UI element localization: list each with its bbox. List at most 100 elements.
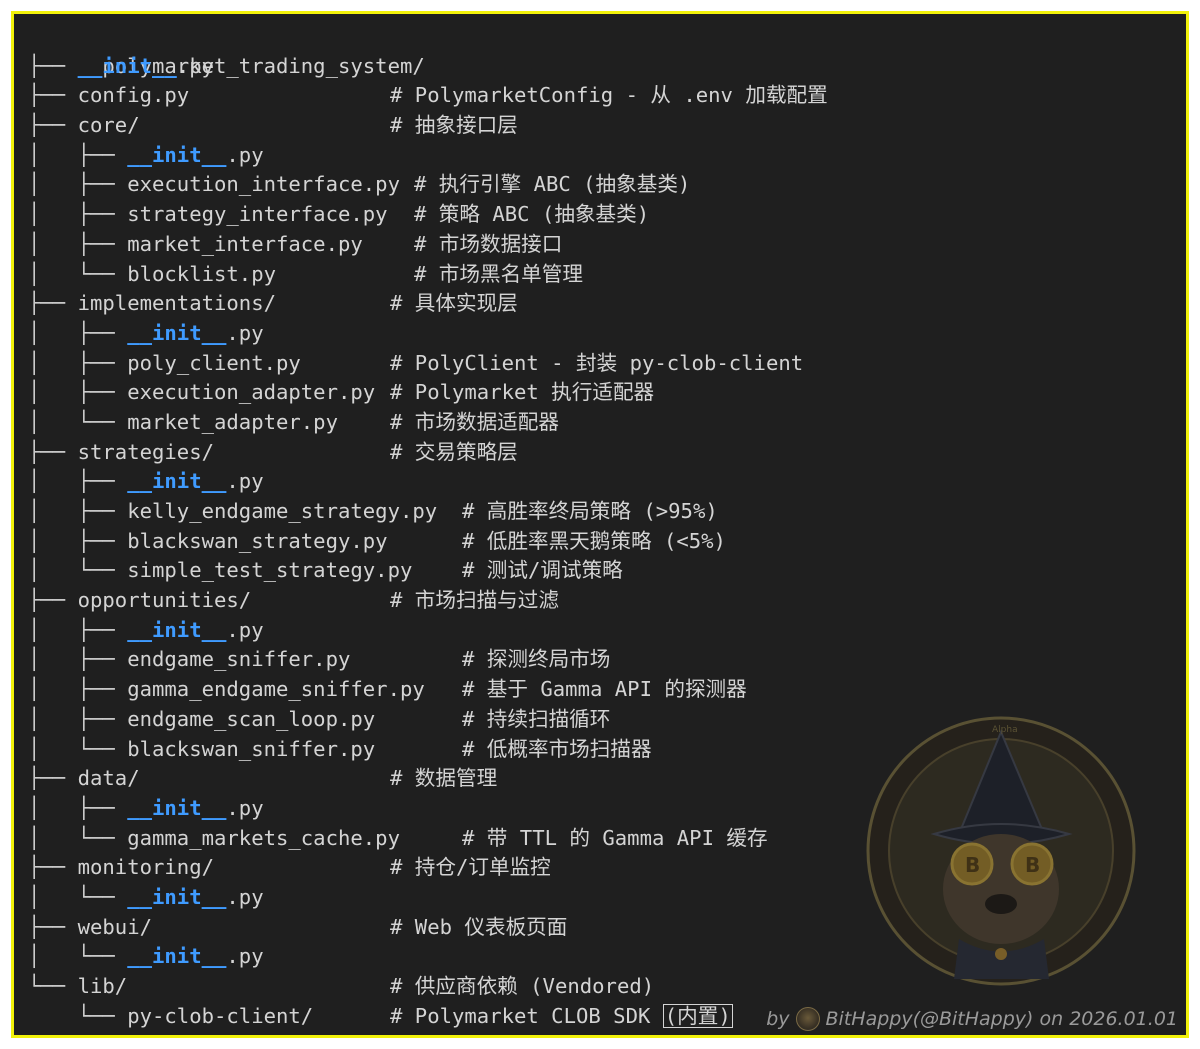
credit-prefix: by [766,1008,790,1030]
tree-line[interactable]: │ ├── gamma_endgame_sniffer.py # 基于 Gamma… [28,675,1178,705]
file-comment: # Web 仪表板页面 [390,914,568,939]
tree-line[interactable]: │ ├── __init__.py [28,141,1178,171]
tree-branch-glyph: ├── [28,439,78,464]
file-extension: .py [226,617,264,642]
tree-line[interactable]: ├── opportunities/ # 市场扫描与过滤 [28,586,1178,616]
tree-branch-glyph: ├── [28,53,78,78]
tree-branch-glyph: ├── [28,291,78,316]
file-name[interactable]: endgame_sniffer.py [127,647,350,671]
init-file-name[interactable]: __init__ [127,796,226,820]
file-name[interactable]: core/ [78,113,140,137]
tree-branch-glyph: │ ├── [28,172,128,197]
tree-branch-glyph: │ └── [28,558,128,583]
tree-branch-glyph: ├── [28,83,78,108]
file-name[interactable]: endgame_scan_loop.py [127,707,375,731]
author-avatar-icon [795,1007,820,1031]
tree-branch-glyph: │ ├── [28,617,128,642]
tree-line[interactable]: │ ├── execution_interface.py # 执行引擎 ABC (… [28,170,1178,200]
file-comment: # 数据管理 [390,766,498,791]
file-extension: .py [176,53,215,78]
tree-line[interactable]: │ ├── __init__.py [28,467,1178,497]
file-comment: # 持续扫描循环 [462,706,611,731]
init-file-name[interactable]: __init__ [78,54,177,78]
credit-handle: BitHappy(@BitHappy) on 2026.01.01 [825,1008,1178,1030]
init-file-name[interactable]: __init__ [127,944,226,968]
file-name[interactable]: py-clob-client/ [127,1004,313,1028]
tree-line[interactable]: │ ├── kelly_endgame_strategy.py # 高胜率终局策略… [28,497,1178,527]
tree-branch-glyph: │ ├── [28,499,128,523]
file-name[interactable]: opportunities/ [78,588,252,612]
tree-line[interactable]: ├── implementations/ # 具体实现层 [28,289,1178,319]
file-name[interactable]: strategies/ [78,440,214,464]
tree-line[interactable]: │ ├── execution_adapter.py # Polymarket 执… [28,378,1178,408]
file-name[interactable]: implementations/ [78,291,276,315]
file-extension: .py [226,469,264,494]
wizard-pug-watermark: B B Alpha [866,716,1136,986]
tree-line[interactable]: │ ├── poly_client.py # PolyClient - 封装 py… [28,349,1178,379]
tree-line[interactable]: │ └── simple_test_strategy.py # 测试/调试策略 [28,556,1178,586]
tree-line[interactable]: ├── strategies/ # 交易策略层 [28,438,1178,468]
file-comment: # Polymarket CLOB SDK (内置) [390,1003,733,1028]
tree-line[interactable]: ├── __init__.py [28,52,1178,82]
tree-line[interactable]: │ └── market_adapter.py # 市场数据适配器 [28,408,1178,438]
tree-line[interactable]: │ ├── __init__.py [28,319,1178,349]
file-comment: # 具体实现层 [390,291,518,316]
tree-branch-glyph: │ ├── [28,469,128,494]
file-name[interactable]: blackswan_strategy.py [127,529,387,553]
tree-line[interactable]: │ ├── strategy_interface.py # 策略 ABC (抽象基… [28,200,1178,230]
file-name[interactable]: lib/ [78,974,128,998]
tree-line[interactable]: ├── config.py # PolymarketConfig - 从 .env… [28,81,1178,111]
file-comment: # PolyClient - 封装 py-clob-client [390,350,804,375]
file-name[interactable]: simple_test_strategy.py [127,558,412,582]
file-name[interactable]: blackswan_sniffer.py [127,737,375,761]
init-file-name[interactable]: __init__ [127,469,226,493]
tree-root: polymarket_trading_system/ [28,22,1178,78]
file-extension: .py [226,795,264,820]
file-name[interactable]: webui/ [78,915,152,939]
file-comment: # 市场数据适配器 [390,409,559,434]
file-comment: # 市场数据接口 [414,231,563,256]
file-name[interactable]: market_interface.py [127,232,363,256]
file-name[interactable]: monitoring/ [78,855,214,879]
tree-branch-glyph: ├── [28,914,78,939]
tree-branch-glyph: │ ├── [28,528,128,553]
bracket-match-highlight: (内置) [662,1003,733,1028]
file-name[interactable]: market_adapter.py [127,410,338,434]
file-name[interactable]: gamma_markets_cache.py [127,826,400,850]
tree-branch-glyph: ├── [28,766,78,791]
file-comment: # 市场黑名单管理 [414,261,583,286]
file-name[interactable]: strategy_interface.py [127,202,387,226]
tree-branch-glyph: ├── [28,855,78,880]
file-name[interactable]: execution_interface.py [127,172,400,196]
tree-branch-glyph: │ └── [28,736,128,761]
tree-line[interactable]: │ ├── endgame_sniffer.py # 探测终局市场 [28,645,1178,675]
file-comment: # 基于 Gamma API 的探测器 [462,677,747,702]
tree-branch-glyph: │ └── [28,884,128,909]
file-name[interactable]: config.py [78,83,190,107]
tree-branch-glyph: │ ├── [28,380,128,405]
file-comment: # 低胜率黑天鹅策略 (<5%) [462,528,726,553]
init-file-name[interactable]: __init__ [127,885,226,909]
tree-branch-glyph: │ ├── [28,320,128,345]
file-name[interactable]: gamma_endgame_sniffer.py [127,677,425,701]
init-file-name[interactable]: __init__ [127,618,226,642]
init-file-name[interactable]: __init__ [127,143,226,167]
author-credit: by BitHappy(@BitHappy) on 2026.01.01 [766,1007,1178,1031]
file-name[interactable]: data/ [78,766,140,790]
tree-branch-glyph: │ └── [28,261,128,286]
file-name[interactable]: kelly_endgame_strategy.py [127,499,437,523]
file-name[interactable]: execution_adapter.py [127,380,375,404]
file-name[interactable]: poly_client.py [127,351,301,375]
init-file-name[interactable]: __init__ [127,321,226,345]
tree-line[interactable]: │ ├── blackswan_strategy.py # 低胜率黑天鹅策略 (<… [28,527,1178,557]
tree-line[interactable]: │ └── blocklist.py # 市场黑名单管理 [28,260,1178,290]
tree-branch-glyph: │ └── [28,825,128,850]
tree-line[interactable]: ├── core/ # 抽象接口层 [28,111,1178,141]
tree-line[interactable]: │ ├── __init__.py [28,616,1178,646]
file-comment: # 持仓/订单监控 [390,855,551,880]
file-name[interactable]: blocklist.py [127,262,276,286]
file-extension: .py [226,944,264,969]
tree-line[interactable]: │ ├── market_interface.py # 市场数据接口 [28,230,1178,260]
file-comment: # 带 TTL 的 Gamma API 缓存 [462,825,768,850]
file-comment: # 执行引擎 ABC (抽象基类) [414,172,691,197]
